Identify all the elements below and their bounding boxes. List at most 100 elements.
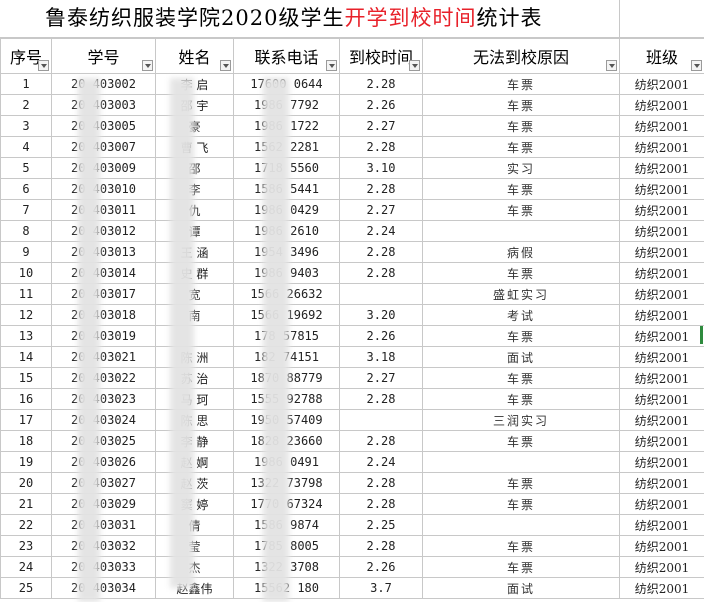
cell-seq[interactable]: 18 (0, 430, 52, 452)
cell-seq[interactable]: 12 (0, 304, 52, 326)
cell-name[interactable]: 陈 洲 (155, 346, 234, 368)
cell-arrival-date[interactable]: 2.27 (339, 367, 423, 389)
cell-reason[interactable]: 盛虹实习 (422, 283, 620, 305)
cell-class[interactable]: 纺织2001 (619, 430, 704, 452)
cell-reason[interactable]: 车票 (422, 367, 620, 389)
filter-dropdown-icon[interactable] (326, 60, 337, 71)
cell-seq[interactable]: 1 (0, 73, 52, 95)
cell-reason[interactable]: 车票 (422, 73, 620, 95)
cell-seq[interactable]: 23 (0, 535, 52, 557)
cell-seq[interactable]: 10 (0, 262, 52, 284)
cell-seq[interactable]: 2 (0, 94, 52, 116)
cell-student-id[interactable]: 20 403029 (51, 493, 156, 515)
cell-seq[interactable]: 6 (0, 178, 52, 200)
cell-seq[interactable]: 3 (0, 115, 52, 137)
cell-arrival-date[interactable] (339, 409, 423, 431)
cell-student-id[interactable]: 20 403013 (51, 241, 156, 263)
cell-student-id[interactable]: 20 403023 (51, 388, 156, 410)
cell-name[interactable]: 仇 (155, 199, 234, 221)
cell-student-id[interactable]: 20 403024 (51, 409, 156, 431)
cell-name[interactable] (155, 325, 234, 347)
cell-reason[interactable]: 车票 (422, 535, 620, 557)
cell-class[interactable]: 纺织2001 (619, 262, 704, 284)
cell-reason[interactable]: 车票 (422, 472, 620, 494)
cell-reason[interactable]: 车票 (422, 262, 620, 284)
cell-name[interactable]: 邵 宇 (155, 94, 234, 116)
cell-seq[interactable]: 13 (0, 325, 52, 347)
cell-seq[interactable]: 14 (0, 346, 52, 368)
cell-class[interactable]: 纺织2001 (619, 73, 704, 95)
cell-class[interactable]: 纺织2001 (619, 409, 704, 431)
cell-arrival-date[interactable]: 2.28 (339, 388, 423, 410)
cell-name[interactable]: 窦 婷 (155, 493, 234, 515)
cell-student-id[interactable]: 20 403031 (51, 514, 156, 536)
cell-student-id[interactable]: 20 403002 (51, 73, 156, 95)
cell-seq[interactable]: 9 (0, 241, 52, 263)
filter-dropdown-icon[interactable] (142, 60, 153, 71)
cell-arrival-date[interactable]: 2.24 (339, 451, 423, 473)
cell-class[interactable]: 纺织2001 (619, 178, 704, 200)
cell-name[interactable]: 苏 治 (155, 367, 234, 389)
title-empty-cell[interactable] (619, 0, 704, 38)
cell-student-id[interactable]: 20 403011 (51, 199, 156, 221)
header-student-id[interactable]: 学号 (51, 38, 156, 74)
cell-arrival-date[interactable]: 2.26 (339, 556, 423, 578)
cell-name[interactable]: 陈 思 (155, 409, 234, 431)
cell-class[interactable]: 纺织2001 (619, 304, 704, 326)
cell-seq[interactable]: 4 (0, 136, 52, 158)
cell-name[interactable]: 宽 (155, 283, 234, 305)
cell-student-id[interactable]: 20 403007 (51, 136, 156, 158)
cell-name[interactable]: 曹 飞 (155, 136, 234, 158)
cell-seq[interactable]: 7 (0, 199, 52, 221)
cell-arrival-date[interactable]: 3.10 (339, 157, 423, 179)
cell-arrival-date[interactable]: 2.28 (339, 241, 423, 263)
cell-student-id[interactable]: 20 403010 (51, 178, 156, 200)
cell-arrival-date[interactable]: 2.28 (339, 493, 423, 515)
cell-reason[interactable]: 车票 (422, 178, 620, 200)
cell-seq[interactable]: 11 (0, 283, 52, 305)
cell-reason[interactable]: 面试 (422, 346, 620, 368)
cell-arrival-date[interactable]: 2.24 (339, 220, 423, 242)
cell-seq[interactable]: 15 (0, 367, 52, 389)
cell-class[interactable]: 纺织2001 (619, 388, 704, 410)
cell-class[interactable]: 纺织2001 (619, 451, 704, 473)
header-arrival-date[interactable]: 到校时间 (339, 38, 423, 74)
cell-name[interactable]: 马 珂 (155, 388, 234, 410)
cell-class[interactable]: 纺织2001 (619, 325, 704, 347)
cell-reason[interactable] (422, 514, 620, 536)
cell-name[interactable]: 谭 (155, 220, 234, 242)
cell-name[interactable]: 王 涵 (155, 241, 234, 263)
cell-reason[interactable]: 车票 (422, 493, 620, 515)
header-class[interactable]: 班级 (619, 38, 704, 74)
cell-arrival-date[interactable]: 2.28 (339, 430, 423, 452)
cell-class[interactable]: 纺织2001 (619, 94, 704, 116)
cell-arrival-date[interactable]: 2.28 (339, 262, 423, 284)
cell-class[interactable]: 纺织2001 (619, 241, 704, 263)
cell-seq[interactable]: 21 (0, 493, 52, 515)
cell-arrival-date[interactable]: 3.18 (339, 346, 423, 368)
cell-student-id[interactable]: 20 403019 (51, 325, 156, 347)
cell-seq[interactable]: 19 (0, 451, 52, 473)
cell-arrival-date[interactable]: 2.28 (339, 136, 423, 158)
cell-seq[interactable]: 8 (0, 220, 52, 242)
cell-reason[interactable]: 车票 (422, 388, 620, 410)
cell-name[interactable]: 史 群 (155, 262, 234, 284)
cell-arrival-date[interactable]: 2.28 (339, 535, 423, 557)
cell-class[interactable]: 纺织2001 (619, 514, 704, 536)
cell-arrival-date[interactable]: 3.7 (339, 577, 423, 599)
cell-seq[interactable]: 5 (0, 157, 52, 179)
cell-name[interactable]: 李 静 (155, 430, 234, 452)
cell-student-id[interactable]: 20 403022 (51, 367, 156, 389)
cell-name[interactable]: 赵鑫伟 (155, 577, 234, 599)
cell-name[interactable]: 南 (155, 304, 234, 326)
cell-seq[interactable]: 16 (0, 388, 52, 410)
cell-student-id[interactable]: 20 403021 (51, 346, 156, 368)
filter-dropdown-icon[interactable] (38, 60, 49, 71)
cell-name[interactable]: 赵 婀 (155, 451, 234, 473)
cell-reason[interactable]: 车票 (422, 325, 620, 347)
header-name[interactable]: 姓名 (155, 38, 234, 74)
cell-arrival-date[interactable]: 2.28 (339, 178, 423, 200)
cell-name[interactable]: 莹 (155, 535, 234, 557)
header-phone[interactable]: 联系电话 (233, 38, 340, 74)
cell-class[interactable]: 纺织2001 (619, 535, 704, 557)
